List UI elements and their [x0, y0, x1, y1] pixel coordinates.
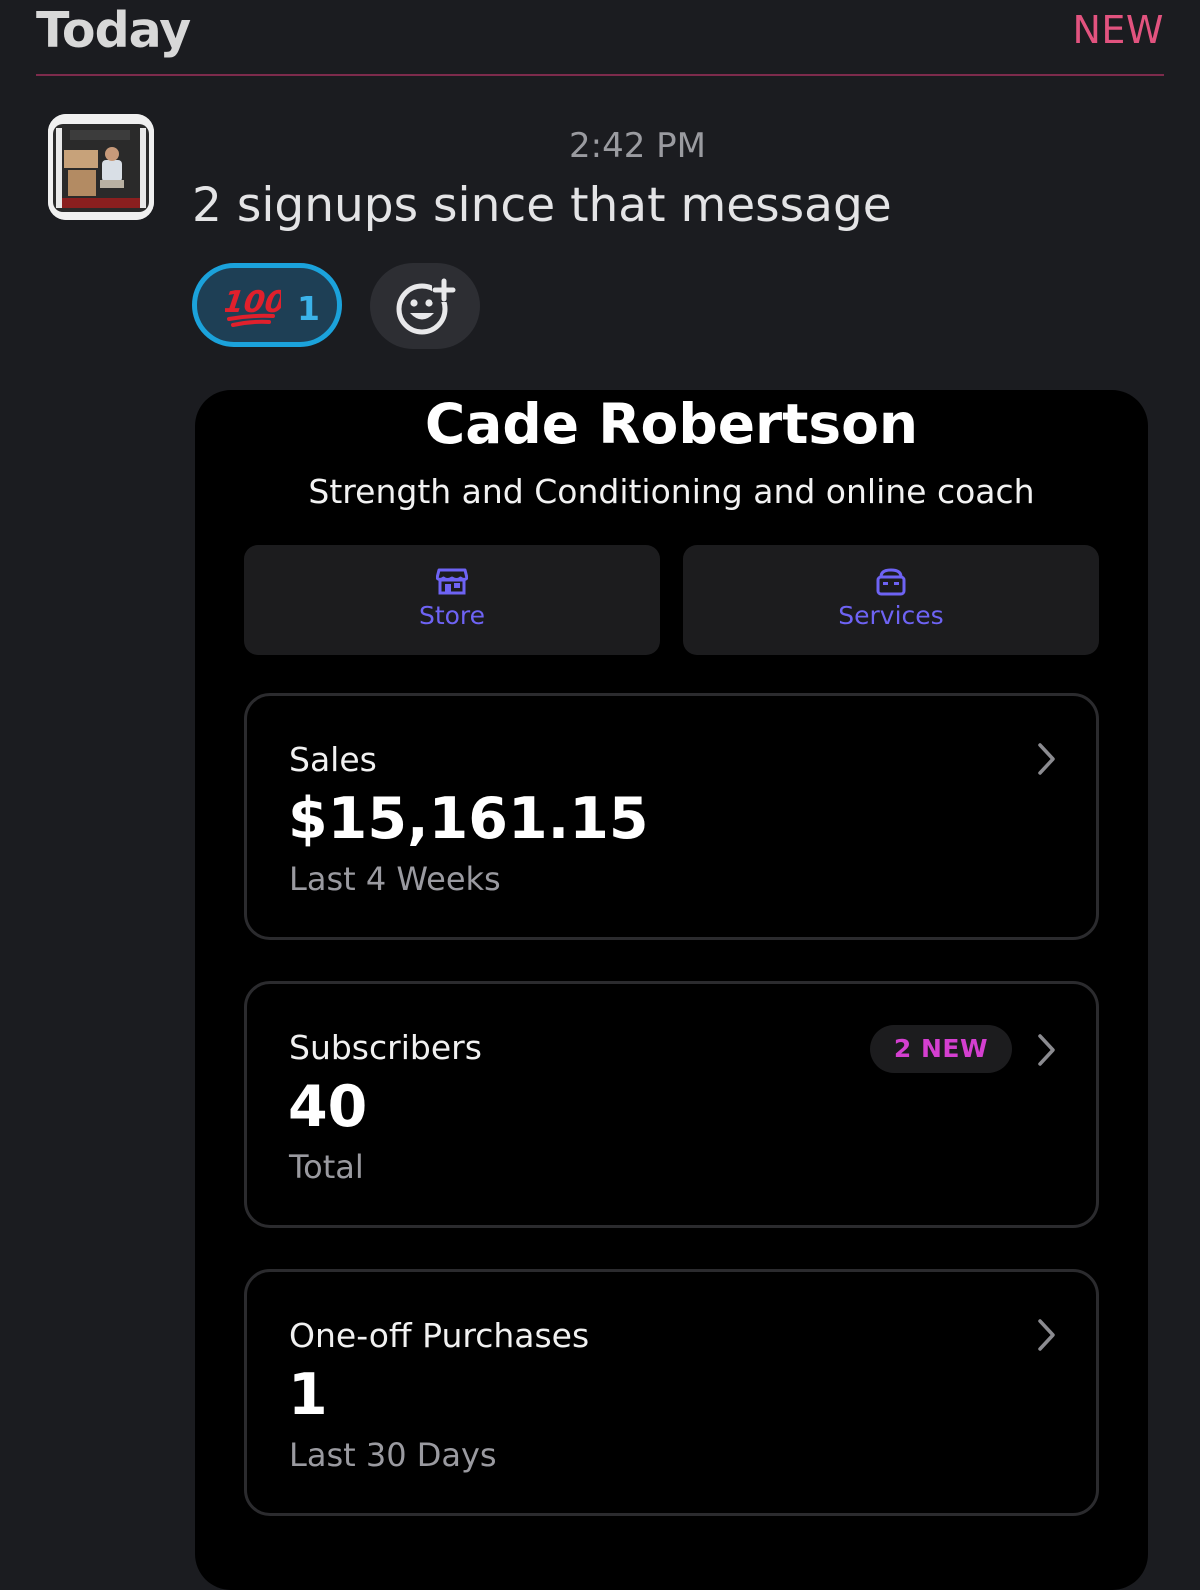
- chevron-right-icon: [1038, 1319, 1055, 1351]
- add-reaction-button[interactable]: [370, 263, 480, 349]
- one-off-purchases-caption: Last 30 Days: [289, 1436, 497, 1474]
- message-text: 2 signups since that message: [192, 178, 892, 233]
- subscribers-caption: Total: [289, 1148, 364, 1186]
- subscribers-label: Subscribers: [289, 1028, 482, 1067]
- profile-name: Cade Robertson: [424, 392, 919, 456]
- user-avatar-photo-icon: [48, 114, 154, 220]
- profile-subtitle: Strength and Conditioning and online coa…: [308, 472, 1035, 511]
- reaction-count: 1: [297, 289, 320, 328]
- add-reaction-icon: [396, 278, 456, 335]
- one-off-purchases-label: One-off Purchases: [289, 1316, 590, 1355]
- subscribers-card[interactable]: Subscribers 40 Total 2 NEW: [244, 981, 1099, 1228]
- reaction-hundred-points[interactable]: 100 1: [192, 263, 342, 347]
- sales-value: $15,161.15: [288, 786, 649, 852]
- message-timestamp: 2:42 PM: [569, 126, 706, 166]
- subscribers-value: 40: [288, 1074, 368, 1140]
- store-icon: [436, 568, 468, 595]
- hundred-points-icon: 100: [221, 282, 288, 332]
- sales-card[interactable]: Sales $15,161.15 Last 4 Weeks: [244, 693, 1099, 940]
- new-subscribers-badge: 2 NEW: [870, 1025, 1012, 1073]
- one-off-purchases-card[interactable]: One-off Purchases 1 Last 30 Days: [244, 1269, 1099, 1516]
- store-label: Store: [418, 601, 486, 630]
- one-off-purchases-value: 1: [288, 1362, 328, 1428]
- store-button[interactable]: Store: [244, 545, 660, 655]
- services-label: Services: [838, 601, 944, 630]
- new-messages-label: NEW: [1072, 8, 1164, 52]
- day-divider: Today NEW: [36, 0, 1164, 76]
- chevron-right-icon: [1038, 743, 1055, 775]
- sales-caption: Last 4 Weeks: [289, 860, 501, 898]
- embedded-screenshot[interactable]: Cade Robertson Strength and Conditioning…: [195, 390, 1148, 1590]
- sales-label: Sales: [289, 740, 377, 779]
- services-icon: [876, 568, 906, 596]
- avatar[interactable]: [48, 114, 154, 220]
- chevron-right-icon: [1038, 1034, 1055, 1066]
- services-button[interactable]: Services: [683, 545, 1099, 655]
- day-label: Today: [36, 2, 191, 59]
